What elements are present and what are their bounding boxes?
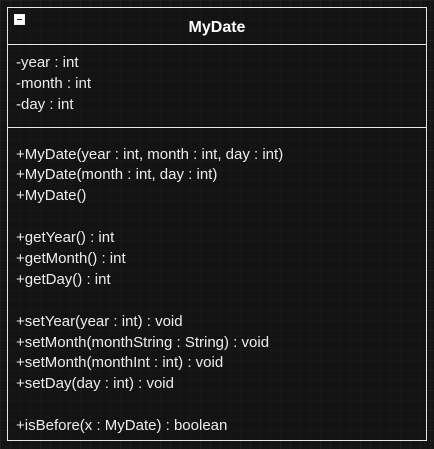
class-header: MyDate bbox=[8, 8, 426, 45]
method-get-year: +getYear() : int bbox=[16, 229, 115, 246]
method-constructor-full: +MyDate(year : int, month : int, day : i… bbox=[16, 146, 284, 163]
methods-compartment: +MyDate(year : int, month : int, day : i… bbox=[8, 128, 426, 440]
method-set-month-string: +setMonth(monthString : String) : void bbox=[16, 334, 270, 351]
method-get-month: +getMonth() : int bbox=[16, 250, 126, 267]
method-set-year: +setYear(year : int) : void bbox=[16, 313, 183, 330]
attributes-compartment: -year : int -month : int -day : int bbox=[8, 45, 426, 128]
attribute-year: -year : int bbox=[16, 54, 79, 71]
method-set-day: +setDay(day : int) : void bbox=[16, 375, 174, 392]
method-constructor-month-day: +MyDate(month : int, day : int) bbox=[16, 166, 218, 183]
uml-class-mydate[interactable]: MyDate -year : int -month : int -day : i… bbox=[7, 7, 427, 441]
method-is-before: +isBefore(x : MyDate) : boolean bbox=[16, 417, 228, 434]
class-name: MyDate bbox=[188, 19, 246, 36]
method-constructor-default: +MyDate() bbox=[16, 187, 87, 204]
method-set-month-int: +setMonth(monthInt : int) : void bbox=[16, 354, 224, 371]
method-get-day: +getDay() : int bbox=[16, 271, 111, 288]
attribute-day: -day : int bbox=[16, 96, 74, 113]
attribute-month: -month : int bbox=[16, 75, 92, 92]
